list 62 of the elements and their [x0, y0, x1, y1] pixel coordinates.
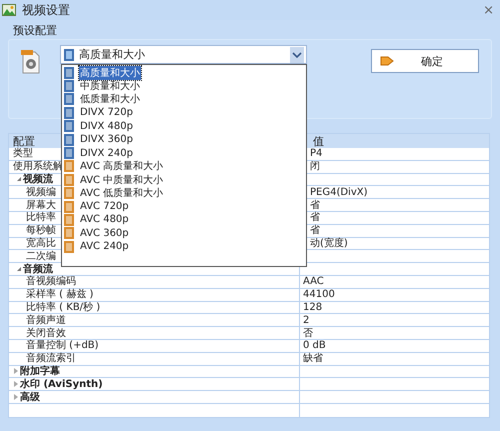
- dropdown-option[interactable]: AVC 360p: [64, 226, 304, 240]
- picture-icon: [2, 4, 16, 16]
- property-name: 比特率: [25, 212, 56, 224]
- property-value: 0 dB: [302, 340, 326, 352]
- property-name: 高级: [19, 392, 40, 403]
- property-value: 省: [309, 225, 320, 236]
- dropdown-option[interactable]: DIVX 240p: [64, 146, 304, 160]
- property-name: 音频流: [22, 264, 53, 275]
- column-header: 值: [313, 134, 324, 148]
- property-name: 附加字幕: [19, 366, 60, 377]
- property-value: PEG4(DivX): [309, 186, 368, 198]
- dropdown-option[interactable]: DIVX 480p: [64, 120, 304, 133]
- property-value: 动(宽度): [309, 238, 348, 249]
- property-name: 屏幕大: [25, 200, 56, 211]
- column-header: 配置: [13, 134, 35, 148]
- dropdown-option[interactable]: AVC 480p: [64, 213, 304, 227]
- dropdown-option[interactable]: AVC 中质量和大小: [64, 173, 304, 187]
- property-name: 采样率 ( 赫兹 ): [25, 289, 94, 300]
- property-value: 44100: [302, 289, 335, 300]
- dropdown-option[interactable]: DIVX 720p: [64, 106, 304, 120]
- expand-arrow-icon[interactable]: [14, 394, 18, 400]
- dropdown-option[interactable]: 高质量和大小: [64, 66, 304, 80]
- property-name: 水印 (AviSynth): [18, 378, 103, 390]
- property-name: 音频声道: [25, 314, 66, 326]
- expand-arrow-icon[interactable]: [14, 381, 18, 388]
- ok-button[interactable]: 确定: [371, 49, 479, 73]
- property-name: 每秒帧: [25, 225, 56, 236]
- close-button[interactable]: ×: [483, 2, 494, 18]
- dropdown-option[interactable]: AVC 高质量和大小: [64, 160, 304, 174]
- property-value: 省: [309, 212, 320, 224]
- window-title: 视频设置: [22, 2, 70, 18]
- property-name: 音量控制 (+dB): [25, 340, 99, 352]
- dropdown-option[interactable]: DIVX 360p: [64, 132, 304, 146]
- property-value: 缺省: [302, 353, 323, 364]
- property-value: 闭: [309, 161, 320, 172]
- property-value: 2: [302, 314, 310, 326]
- preset-dropdown[interactable]: 高质量和大小: [60, 45, 307, 64]
- group-label: 预设配置: [12, 23, 58, 39]
- expand-arrow-icon[interactable]: [14, 368, 18, 374]
- property-name: 音视频编码: [25, 276, 76, 288]
- property-value: 否: [302, 328, 313, 339]
- arrow-icon: [380, 55, 394, 67]
- video-file-icon: [21, 50, 41, 74]
- property-name: 二次编: [25, 250, 56, 262]
- property-value: 省: [309, 200, 320, 211]
- property-name: 类型: [12, 148, 33, 160]
- property-name: 比特率 ( KB/秒 ): [25, 302, 100, 313]
- property-name: 关闭音效: [25, 328, 66, 339]
- property-name: 宽高比: [25, 238, 56, 249]
- dropdown-option[interactable]: 低质量和大小: [64, 92, 304, 106]
- property-value: AAC: [302, 276, 324, 288]
- property-value: 128: [302, 302, 322, 313]
- property-name: 视频编: [25, 186, 56, 198]
- film-icon: [64, 48, 74, 60]
- property-name: 音频流索引: [25, 353, 76, 364]
- dropdown-option[interactable]: AVC 240p: [64, 240, 304, 254]
- dropdown-option[interactable]: AVC 低质量和大小: [64, 186, 304, 200]
- caret-icon[interactable]: [290, 46, 304, 62]
- property-value: P4: [309, 148, 322, 160]
- property-name: 视频流: [22, 174, 53, 185]
- dropdown-option[interactable]: AVC 720p: [64, 200, 304, 214]
- dropdown-option[interactable]: 中质量和大小: [64, 79, 304, 93]
